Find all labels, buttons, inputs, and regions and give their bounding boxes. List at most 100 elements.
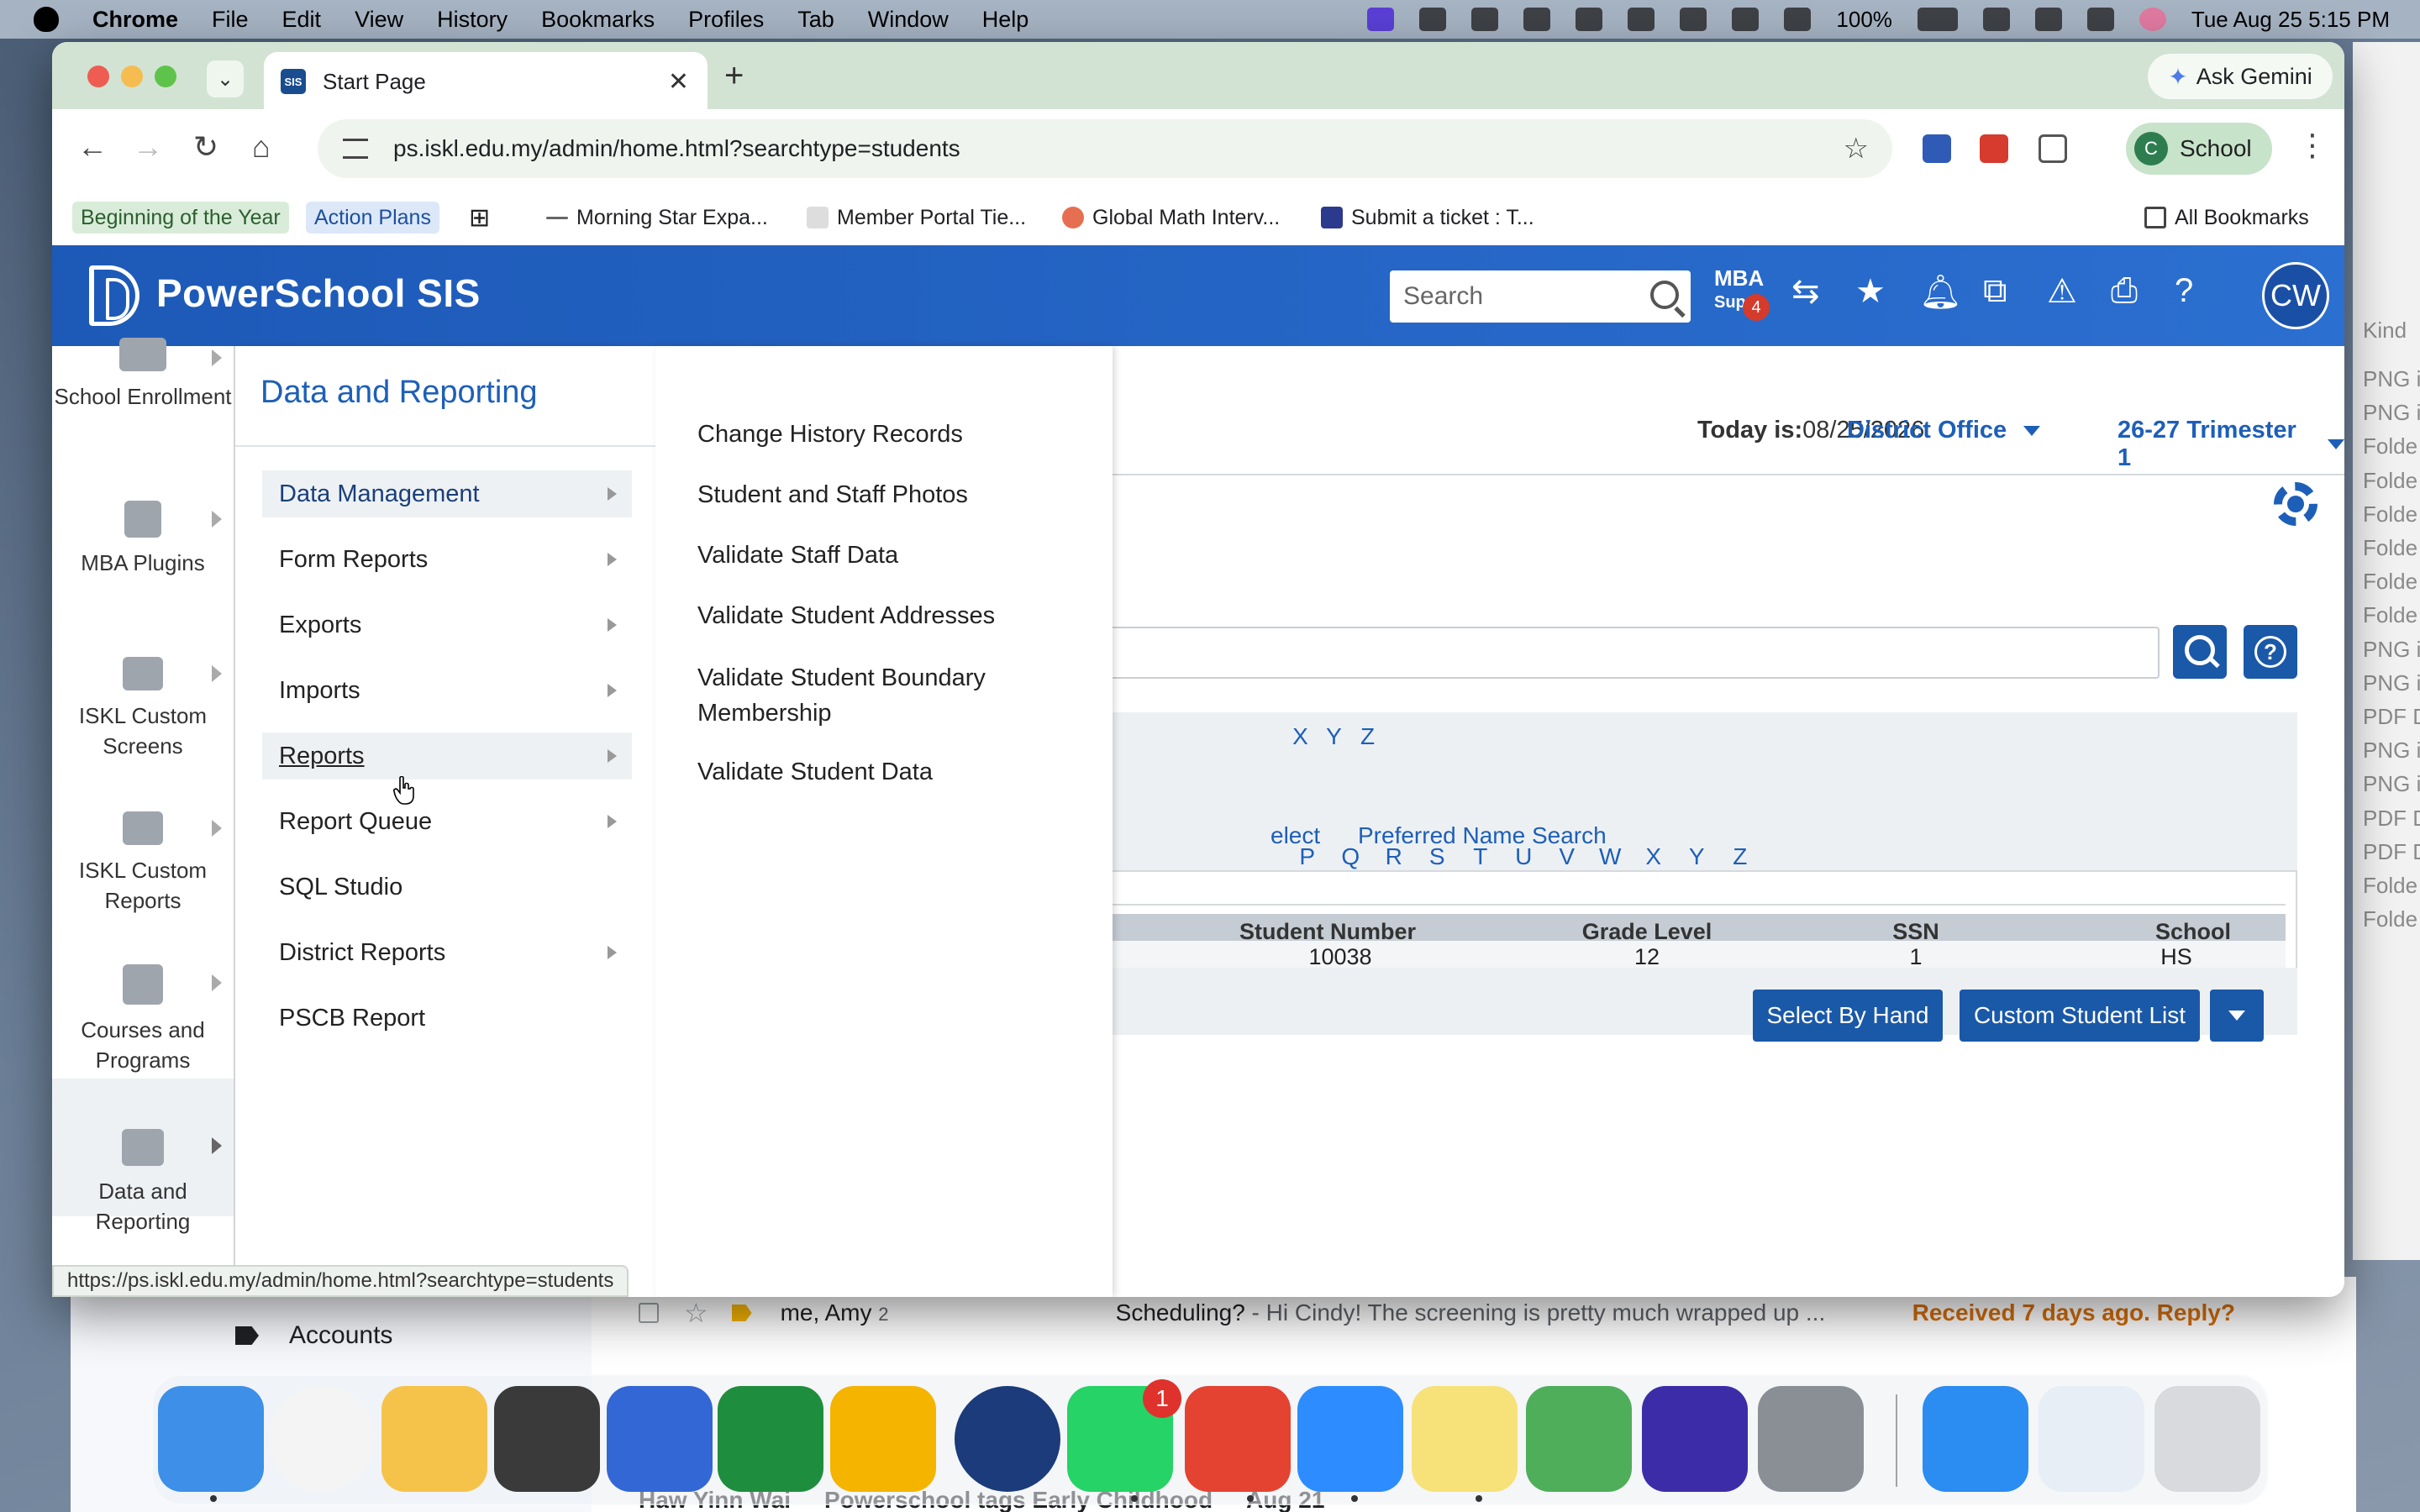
external-link-icon[interactable]: ⧉ — [1983, 272, 2007, 310]
notifications-bell-icon[interactable]: 🔔︎ — [1919, 272, 1962, 312]
flyout-item-sql-studio[interactable]: SQL Studio — [262, 864, 632, 911]
minimize-window-icon[interactable] — [121, 66, 143, 87]
zoom-menu-icon[interactable] — [1523, 8, 1551, 31]
keyboard-icon[interactable] — [1576, 8, 1603, 31]
bookmark-global-math[interactable]: Global Math Interv... — [1062, 202, 1280, 234]
submenu-item-validate-student-addresses[interactable]: Validate Student Addresses — [697, 598, 1050, 633]
chrome-dock-icon[interactable] — [269, 1386, 375, 1492]
zoom-dock-icon[interactable] — [1297, 1386, 1403, 1492]
submenu-item-validate-student-data[interactable]: Validate Student Data — [697, 754, 1050, 790]
sheets-dock-icon[interactable] — [718, 1386, 823, 1492]
back-icon[interactable]: ← — [77, 129, 108, 165]
maps-dock-icon[interactable] — [1526, 1386, 1632, 1492]
submenu-item-validate-staff-data[interactable]: Validate Staff Data — [697, 538, 1050, 573]
ask-gemini-button[interactable]: ✦ Ask Gemini — [2148, 54, 2333, 99]
menu-window[interactable]: Window — [868, 7, 949, 33]
spotlight-icon[interactable] — [2034, 8, 2062, 31]
letter-link[interactable]: W — [1589, 843, 1633, 870]
mail-checkbox[interactable] — [639, 1303, 659, 1323]
important-marker-icon[interactable] — [731, 1305, 752, 1321]
control-center-icon[interactable] — [2086, 8, 2114, 31]
bookmark-member-portal[interactable]: Member Portal Tie... — [807, 202, 1026, 234]
user-avatar-icon[interactable] — [2139, 8, 2166, 31]
site-info-icon[interactable] — [343, 139, 368, 159]
flyout-item-district-reports[interactable]: District Reports — [262, 929, 632, 976]
flyout-item-exports[interactable]: Exports — [262, 601, 632, 648]
letter-link[interactable]: U — [1502, 843, 1546, 870]
term-selector[interactable]: 26-27 Trimester 1 — [2118, 417, 2344, 472]
forward-icon[interactable]: → — [133, 129, 163, 165]
submenu-item-change-history-records[interactable]: Change History Records — [697, 417, 1050, 452]
all-bookmarks[interactable]: All Bookmarks — [2144, 202, 2309, 234]
iskl-dock-icon[interactable] — [955, 1386, 1060, 1492]
search-help-button[interactable]: ? — [2244, 625, 2297, 679]
nav-school-enrollment[interactable]: School Enrollment — [52, 338, 234, 412]
student-search-button[interactable] — [2173, 625, 2227, 679]
keynote-alt-dock-icon[interactable] — [494, 1386, 600, 1492]
custom-student-list-button[interactable]: Custom Student List — [1960, 990, 2200, 1042]
wifi-icon[interactable] — [1982, 8, 2010, 31]
settings-gear-icon[interactable] — [2274, 482, 2317, 526]
favorites-star-icon[interactable]: ★ — [1855, 272, 1886, 311]
reload-icon[interactable]: ↻ — [193, 129, 218, 165]
notes-dock-icon[interactable] — [1412, 1386, 1518, 1492]
select-by-hand-button[interactable]: Select By Hand — [1753, 990, 1943, 1042]
student-search-input[interactable] — [1076, 627, 2160, 679]
bluetooth-icon[interactable] — [1784, 8, 1812, 31]
letter-link[interactable]: S — [1416, 843, 1460, 870]
print-icon[interactable]: ⎙ — [2111, 272, 2138, 310]
switch-arrows-icon[interactable]: ⇆ — [1791, 272, 1820, 311]
letter-link[interactable]: Q — [1329, 843, 1373, 870]
district-selector[interactable]: District Office — [1847, 417, 2041, 444]
stack-icon[interactable] — [1628, 8, 1655, 31]
menu-file[interactable]: File — [212, 7, 249, 33]
nav-data-and-reporting[interactable]: Data and Reporting — [52, 1129, 234, 1236]
nav-courses-programs[interactable]: Courses and Programs — [52, 964, 234, 1075]
letter-link[interactable]: P — [1286, 843, 1329, 870]
menu-edit[interactable]: Edit — [282, 7, 322, 33]
zoom-window-icon[interactable] — [155, 66, 176, 87]
bookmark-submit-ticket[interactable]: Submit a ticket : T... — [1321, 202, 1534, 234]
photos-dock-icon[interactable] — [381, 1386, 487, 1492]
todoist-dock-icon[interactable] — [1185, 1386, 1291, 1492]
screen-share-icon[interactable] — [1367, 8, 1395, 31]
close-tab-icon[interactable]: ✕ — [668, 67, 689, 97]
flyout-item-imports[interactable]: Imports — [262, 667, 632, 714]
flyout-item-reports[interactable]: Reports — [262, 732, 632, 780]
extensions-puzzle-icon[interactable] — [2039, 134, 2067, 163]
close-window-icon[interactable] — [87, 66, 109, 87]
letter-link[interactable]: X — [1632, 843, 1676, 870]
grammarly-dock-icon[interactable] — [1642, 1386, 1748, 1492]
new-tab-icon[interactable]: + — [724, 57, 744, 95]
powerschool-title[interactable]: PowerSchool SIS — [156, 270, 481, 316]
grammarly-icon[interactable] — [1471, 8, 1499, 31]
flyout-item-form-reports[interactable]: Form Reports — [262, 536, 632, 583]
more-actions-button[interactable] — [2210, 990, 2264, 1042]
bookmark-star-icon[interactable]: ☆ — [1844, 132, 1869, 165]
tab-start-page[interactable]: SIS Start Page ✕ — [264, 52, 708, 111]
accounts-label-row[interactable]: Accounts — [235, 1319, 392, 1352]
apple-icon[interactable] — [34, 7, 59, 32]
star-icon[interactable]: ☆ — [684, 1297, 708, 1329]
user-avatar[interactable]: CW — [2262, 262, 2329, 329]
tab-search-button[interactable]: ⌄ — [207, 60, 244, 97]
menu-app-name[interactable]: Chrome — [92, 7, 178, 33]
trash-dock-icon[interactable] — [2154, 1386, 2260, 1492]
letter-link[interactable]: T — [1459, 843, 1502, 870]
flyout-item-report-queue[interactable]: Report Queue — [262, 798, 632, 845]
menu-bookmarks[interactable]: Bookmarks — [541, 7, 655, 33]
menu-help[interactable]: Help — [982, 7, 1029, 33]
app-store-dock-icon[interactable] — [1923, 1386, 2028, 1492]
display-icon[interactable] — [1680, 8, 1707, 31]
powerschool-logo-icon[interactable] — [89, 265, 139, 326]
airplane-icon[interactable] — [1419, 8, 1447, 31]
nav-mba-plugins[interactable]: MBA Plugins — [52, 501, 234, 578]
bookmark-action-plans[interactable]: Action Plans — [306, 202, 439, 234]
header-search-input[interactable]: Search — [1390, 270, 1691, 323]
extension-upload-icon[interactable] — [1923, 134, 1951, 163]
menu-view[interactable]: View — [355, 7, 403, 33]
pdf-doc-dock-icon[interactable] — [2039, 1386, 2144, 1492]
volume-icon[interactable] — [1732, 8, 1760, 31]
home-icon[interactable]: ⌂ — [252, 129, 271, 165]
submenu-item-student-and-staff-photos[interactable]: Student and Staff Photos — [697, 477, 1050, 512]
